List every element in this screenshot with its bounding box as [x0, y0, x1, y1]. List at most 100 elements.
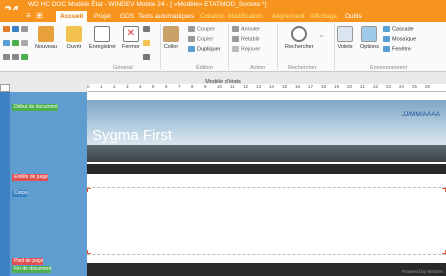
print-icon[interactable] — [143, 26, 152, 32]
menu-icon[interactable]: ≡ — [24, 11, 33, 20]
rejouer-button[interactable]: Rejouer — [232, 46, 260, 52]
copier-button[interactable]: Copier — [188, 36, 213, 42]
ruler-tick: 15 — [282, 84, 288, 89]
quick-access-icon[interactable]: ⊞ — [35, 11, 44, 20]
ruler-tick: 13 — [256, 84, 262, 89]
ruler-tick: 5 — [152, 84, 155, 89]
ruler-tick: 7 — [178, 84, 181, 89]
ribbon-tab-row: ≡ ⊞ Accueil Projet GDS Texts automatique… — [0, 10, 446, 22]
tab-outils[interactable]: Outils — [341, 11, 366, 22]
retablir-button[interactable]: Rétablir — [232, 36, 260, 42]
enregistrer-button[interactable]: Enregistrer — [89, 26, 116, 50]
ruler-tick: 26 — [425, 84, 431, 89]
section-fin-document[interactable]: Fin de document — [12, 266, 52, 273]
mosaique-button[interactable]: Mosaïque — [383, 36, 416, 42]
navigation-quick-icon[interactable] — [3, 54, 30, 60]
separator — [334, 24, 335, 70]
search-scroll-icon[interactable]: ⌃ — [318, 34, 325, 43]
open-folder-icon — [66, 26, 82, 42]
ruler-tick: 8 — [191, 84, 194, 89]
group-label-action: Action — [250, 65, 266, 71]
ribbon: Nouveau Ouvrir Enregistrer ✕ Fermer Génér… — [0, 22, 446, 72]
ruler-tick: 1 — [100, 84, 103, 89]
paste-icon — [163, 26, 179, 42]
brand-name[interactable]: Sygma First — [92, 127, 172, 144]
horizontal-ruler[interactable]: 0 1 2 3 4 5 6 7 8 9 10 11 12 13 14 15 16 17 18 19 20 21 22 23 24… — [87, 84, 446, 92]
ruler-corner[interactable] — [0, 84, 10, 92]
body-section-area[interactable] — [87, 187, 446, 255]
ruler-tick: 18 — [321, 84, 327, 89]
new-file-icon — [38, 26, 55, 42]
tab-projet[interactable]: Projet — [90, 11, 115, 22]
project-quick-icon[interactable] — [3, 40, 30, 46]
corner-marker — [87, 250, 91, 254]
corner-marker — [87, 188, 91, 192]
window-title: WD HC DOC Modèle État - WINDEV Mobile 24… — [28, 1, 267, 8]
ruler-tick: 22 — [373, 84, 379, 89]
page-footer-band[interactable]: Powered by WinDev — [87, 263, 446, 276]
fenetre-button[interactable]: Fenêtre — [383, 46, 411, 52]
annuler-button[interactable]: Annuler — [232, 26, 260, 32]
ruler-tick: 4 — [139, 84, 142, 89]
group-label-recherche: Rechercher — [288, 65, 317, 71]
page-header-band[interactable] — [87, 164, 446, 174]
section-panel — [0, 92, 87, 276]
separator — [228, 24, 229, 70]
magnifier-icon — [291, 26, 308, 42]
header-shade — [87, 145, 446, 162]
couper-button[interactable]: Couper — [188, 26, 215, 32]
volets-button[interactable]: Volets — [337, 26, 353, 50]
ruler-tick: 0 — [87, 84, 90, 89]
panels-icon — [337, 26, 353, 42]
ruler-tick: 2 — [113, 84, 116, 89]
powered-by-text: Powered by WinDev — [402, 269, 443, 274]
report-page[interactable]: Sygma First JJ/MM/AAAA Powered by WinDev — [87, 92, 446, 276]
corner-marker — [442, 188, 446, 192]
ruler-tick: 12 — [243, 84, 249, 89]
group-label-edition: Édition — [196, 65, 213, 71]
tab-affichage[interactable]: Affichage — [306, 11, 341, 22]
rechercher-button[interactable]: Rechercher — [285, 26, 313, 50]
tab-alignement[interactable]: Alignement — [268, 11, 309, 22]
ruler-tick: 24 — [399, 84, 405, 89]
section-debut-document[interactable]: Début de document — [12, 104, 58, 111]
ruler-tick: 16 — [295, 84, 301, 89]
save-icon — [94, 26, 111, 42]
ruler-tick: 19 — [334, 84, 340, 89]
print-preview-icon[interactable] — [143, 54, 152, 60]
options-icon — [361, 26, 378, 42]
corner-marker — [442, 250, 446, 254]
ruler-tick: 6 — [165, 84, 168, 89]
ruler-tick: 23 — [386, 84, 392, 89]
cascade-button[interactable]: Cascade — [383, 26, 414, 32]
nouveau-button[interactable]: Nouveau — [35, 26, 57, 50]
coller-button[interactable]: Coller — [163, 26, 179, 50]
ouvrir-button[interactable]: Ouvrir — [66, 26, 82, 50]
tab-modification[interactable]: Modification — [224, 11, 267, 22]
tab-accueil[interactable]: Accueil — [56, 11, 88, 22]
lightbulb-icon[interactable] — [143, 40, 152, 46]
tab-textes-automatiques[interactable]: Texts automatiques — [134, 11, 198, 22]
ruler-tick: 21 — [360, 84, 366, 89]
fermer-button[interactable]: ✕ Fermer — [122, 26, 140, 50]
ruler-tick: 25 — [412, 84, 418, 89]
date-field[interactable]: JJ/MM/AAAA — [402, 111, 440, 118]
vertical-ruler[interactable] — [0, 92, 10, 276]
options-button[interactable]: Options — [360, 26, 379, 50]
ruler-tick: 10 — [217, 84, 223, 89]
ruler-tick: 17 — [308, 84, 314, 89]
new-doc-quick-icon[interactable] — [3, 26, 30, 32]
group-label-general: Général — [113, 65, 133, 71]
section-entete-page[interactable]: Entête de page — [12, 174, 48, 181]
header-image: Sygma First JJ/MM/AAAA — [87, 100, 446, 162]
separator — [277, 24, 278, 70]
ruler-tick: 9 — [204, 84, 207, 89]
close-document-icon: ✕ — [122, 26, 139, 42]
group-label-environnement: Environnement — [370, 65, 407, 71]
section-corps[interactable]: Corps — [12, 190, 28, 197]
separator — [160, 24, 161, 70]
ruler-tick: 3 — [126, 84, 129, 89]
section-pied-page[interactable]: Pied de page — [12, 258, 44, 265]
dupliquer-button[interactable]: Dupliquer — [188, 46, 221, 52]
ruler-tick: 11 — [230, 84, 235, 89]
